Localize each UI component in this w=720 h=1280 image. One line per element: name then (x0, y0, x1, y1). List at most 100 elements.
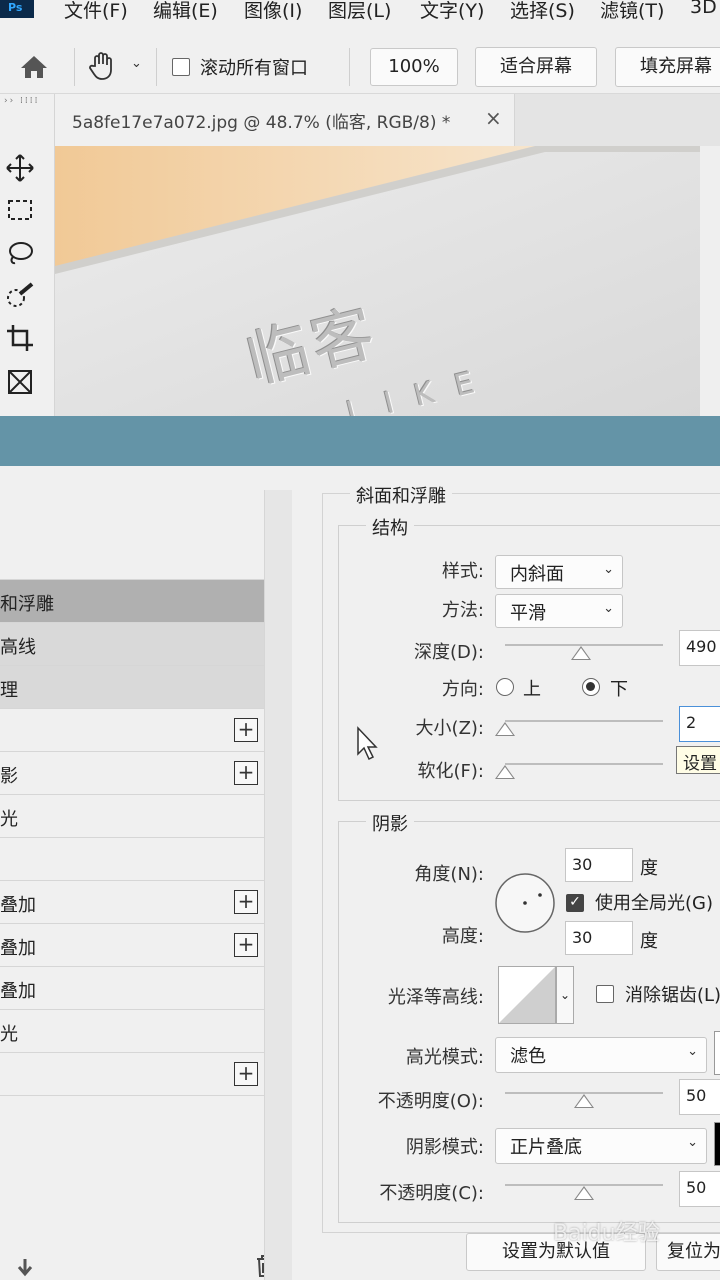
move-tool-icon[interactable] (4, 152, 36, 184)
depth-slider-thumb[interactable] (570, 646, 591, 660)
add-style-plus-icon[interactable]: + (234, 761, 258, 785)
style-list-item[interactable]: 高线 (0, 623, 264, 666)
shadow-opacity-input[interactable]: 50 (679, 1171, 720, 1207)
depth-input[interactable]: 490 (679, 630, 720, 666)
style-list-item-label: 叠加 (0, 981, 36, 1002)
crop-tool-icon[interactable] (4, 322, 36, 354)
menu-edit[interactable]: 编辑(E) (153, 0, 218, 23)
home-icon[interactable] (19, 54, 49, 80)
shadow-color-swatch[interactable] (714, 1122, 720, 1166)
highlight-color-swatch[interactable] (714, 1031, 720, 1075)
chevron-down-icon: ⌄ (603, 601, 614, 616)
style-list-item-label: 光 (0, 1024, 18, 1045)
shadow-opacity-label: 不透明度(C): (379, 1183, 484, 1204)
size-slider-thumb[interactable] (495, 722, 515, 736)
global-light-label: 使用全局光(G) (595, 893, 713, 914)
shadow-opacity-thumb[interactable] (574, 1186, 594, 1200)
angle-dial-icon[interactable] (494, 872, 556, 934)
add-style-plus-icon[interactable]: + (234, 890, 258, 914)
altitude-label: 高度: (441, 926, 484, 947)
soften-slider-thumb[interactable] (495, 765, 515, 779)
style-list-item[interactable] (0, 537, 264, 580)
highlight-opacity-thumb[interactable] (574, 1094, 594, 1108)
options-bar: ⌄ 滚动所有窗口 100% 适合屏幕 填充屏幕 (0, 40, 720, 94)
lasso-tool-icon[interactable] (4, 238, 36, 270)
style-list-item[interactable]: 影 + (0, 752, 264, 795)
style-select-value: 内斜面 (510, 564, 564, 585)
direction-up-radio[interactable] (496, 678, 514, 696)
add-style-plus-icon[interactable]: + (234, 1062, 258, 1086)
fill-screen-button[interactable]: 填充屏幕 (615, 47, 720, 87)
menu-layer[interactable]: 图层(L) (328, 0, 391, 23)
style-list-item[interactable]: 理 (0, 666, 264, 709)
style-list-item[interactable]: 和浮雕 (0, 580, 264, 623)
menu-type[interactable]: 文字(Y) (420, 0, 484, 23)
menu-image[interactable]: 图像(I) (244, 0, 302, 23)
gloss-contour-preview[interactable] (498, 966, 556, 1024)
zoom-field[interactable]: 100% (370, 48, 458, 86)
close-tab-icon[interactable]: × (485, 106, 502, 130)
angle-input[interactable]: 30 (565, 848, 633, 882)
style-list-item[interactable]: 光 (0, 795, 264, 838)
antialias-checkbox[interactable] (596, 985, 614, 1003)
style-list-item[interactable]: + (0, 709, 264, 752)
toolbar: ›› ⁞⁞⁞⁞ (0, 94, 55, 420)
toolbar-grip[interactable]: ›› ⁞⁞⁞⁞ (0, 96, 52, 108)
bevel-emboss-title: 斜面和浮雕 (350, 482, 452, 508)
scroll-all-checkbox[interactable] (172, 58, 190, 76)
depth-label: 深度(D): (414, 642, 484, 663)
hand-tool-icon[interactable] (86, 50, 118, 82)
altitude-input[interactable]: 30 (565, 921, 633, 955)
style-list-item[interactable]: 光 (0, 1010, 264, 1053)
size-input[interactable]: 2 (679, 706, 720, 742)
direction-down-label: 下 (610, 679, 628, 700)
menu-3d[interactable]: 3D (690, 0, 717, 18)
quick-selection-tool-icon[interactable] (4, 280, 36, 312)
style-label: 样式: (441, 561, 484, 582)
highlight-opacity-input[interactable]: 50 (679, 1079, 720, 1115)
layer-style-dialog-titlebar[interactable] (0, 416, 720, 466)
chevron-down-icon[interactable]: ⌄ (131, 56, 142, 71)
photoshop-logo-icon[interactable]: Ps (0, 0, 34, 18)
tooltip: 设置 (676, 746, 720, 774)
style-list-item[interactable]: 叠加 + (0, 881, 264, 924)
reset-default-button[interactable]: 复位为 (656, 1233, 720, 1271)
antialias-label: 消除锯齿(L) (625, 985, 720, 1006)
add-style-plus-icon[interactable]: + (234, 718, 258, 742)
style-list-item-label: 理 (0, 680, 18, 701)
vertical-scrollbar[interactable] (700, 146, 720, 416)
size-slider[interactable] (505, 720, 663, 722)
frame-tool-icon[interactable] (4, 366, 36, 398)
direction-up-label: 上 (523, 679, 541, 700)
angle-unit: 度 (640, 858, 658, 879)
shadow-mode-select[interactable]: 正片叠底 ⌄ (495, 1128, 707, 1164)
fit-screen-button[interactable]: 适合屏幕 (475, 47, 597, 87)
chevron-down-icon[interactable]: ⌄ (556, 966, 574, 1024)
styles-list-scrollbar[interactable] (264, 490, 292, 1280)
highlight-mode-select[interactable]: 滤色 ⌄ (495, 1037, 707, 1073)
menu-select[interactable]: 选择(S) (510, 0, 575, 23)
technique-select[interactable]: 平滑 ⌄ (495, 594, 623, 628)
menu-file[interactable]: 文件(F) (64, 0, 128, 23)
style-list-item[interactable]: 叠加 (0, 967, 264, 1010)
style-list-item[interactable] (0, 838, 264, 881)
size-label: 大小(Z): (415, 718, 484, 739)
angle-label: 角度(N): (414, 864, 484, 885)
menu-filter[interactable]: 滤镜(T) (600, 0, 664, 23)
canvas[interactable]: 临客 LIKE (55, 146, 720, 416)
style-list-item[interactable]: 叠加 + (0, 924, 264, 967)
style-list-item-label: 叠加 (0, 895, 36, 916)
direction-down-radio[interactable] (582, 678, 600, 696)
shadow-mode-label: 阴影模式: (405, 1137, 484, 1158)
marquee-tool-icon[interactable] (4, 194, 36, 226)
style-select[interactable]: 内斜面 ⌄ (495, 555, 623, 589)
shadow-mode-value: 正片叠底 (510, 1137, 582, 1158)
style-list-item[interactable]: + (0, 1053, 264, 1096)
global-light-checkbox[interactable]: ✓ (566, 894, 584, 912)
move-down-icon[interactable] (14, 1256, 36, 1278)
style-list-item-label: 高线 (0, 637, 36, 658)
add-style-plus-icon[interactable]: + (234, 933, 258, 957)
style-list-item-label: 叠加 (0, 938, 36, 959)
soften-slider[interactable] (505, 763, 663, 765)
document-tab[interactable]: 5a8fe17e7a072.jpg @ 48.7% (临客, RGB/8) * … (55, 94, 515, 146)
